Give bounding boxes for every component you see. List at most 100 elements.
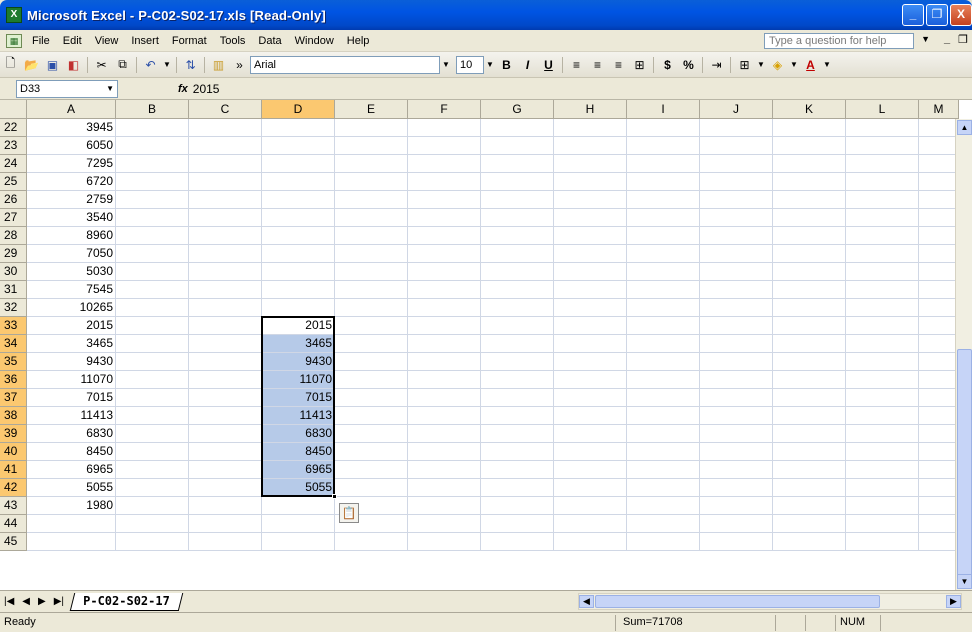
undo-icon[interactable]: ↶ [140,55,161,75]
cell-h38[interactable] [554,407,627,425]
row-header[interactable]: 22 [0,119,27,137]
cell-j32[interactable] [700,299,773,317]
cell-g45[interactable] [481,533,554,551]
cell-a31[interactable]: 7545 [27,281,116,299]
cell-b24[interactable] [116,155,189,173]
cell-b43[interactable] [116,497,189,515]
cell-f45[interactable] [408,533,481,551]
cell-c41[interactable] [189,461,262,479]
cell-l25[interactable] [846,173,919,191]
cell-j34[interactable] [700,335,773,353]
cell-k34[interactable] [773,335,846,353]
cell-j24[interactable] [700,155,773,173]
indent-icon[interactable]: ⇥ [706,55,727,75]
cell-f33[interactable] [408,317,481,335]
cell-j33[interactable] [700,317,773,335]
menu-file[interactable]: File [28,35,59,47]
row-header[interactable]: 27 [0,209,27,227]
cell-l31[interactable] [846,281,919,299]
cell-d26[interactable] [262,191,335,209]
cell-f34[interactable] [408,335,481,353]
cell-b37[interactable] [116,389,189,407]
menu-help[interactable]: Help [343,35,379,47]
cell-i44[interactable] [627,515,700,533]
cell-k40[interactable] [773,443,846,461]
cell-a43[interactable]: 1980 [27,497,116,515]
cell-g26[interactable] [481,191,554,209]
cell-c26[interactable] [189,191,262,209]
cell-k26[interactable] [773,191,846,209]
cell-h33[interactable] [554,317,627,335]
cell-k29[interactable] [773,245,846,263]
cell-c39[interactable] [189,425,262,443]
cell-c38[interactable] [189,407,262,425]
cell-e37[interactable] [335,389,408,407]
cell-m34[interactable] [919,335,959,353]
cell-b26[interactable] [116,191,189,209]
cell-j25[interactable] [700,173,773,191]
cell-a28[interactable]: 8960 [27,227,116,245]
cell-k36[interactable] [773,371,846,389]
row-header[interactable]: 26 [0,191,27,209]
cell-a41[interactable]: 6965 [27,461,116,479]
cell-i45[interactable] [627,533,700,551]
cell-m37[interactable] [919,389,959,407]
cell-b41[interactable] [116,461,189,479]
cell-l32[interactable] [846,299,919,317]
cell-a39[interactable]: 6830 [27,425,116,443]
cell-b33[interactable] [116,317,189,335]
row-header[interactable]: 28 [0,227,27,245]
cell-c23[interactable] [189,137,262,155]
cell-k35[interactable] [773,353,846,371]
minimize-button[interactable]: _ [902,4,924,26]
cell-i42[interactable] [627,479,700,497]
save-icon[interactable]: ▣ [42,55,63,75]
restore-button[interactable]: ❐ [926,4,948,26]
cell-b28[interactable] [116,227,189,245]
cell-j41[interactable] [700,461,773,479]
cell-b36[interactable] [116,371,189,389]
menu-view[interactable]: View [91,35,128,47]
cell-b34[interactable] [116,335,189,353]
cell-k23[interactable] [773,137,846,155]
cell-d24[interactable] [262,155,335,173]
cell-b32[interactable] [116,299,189,317]
cell-a22[interactable]: 3945 [27,119,116,137]
cell-d44[interactable] [262,515,335,533]
cell-e25[interactable] [335,173,408,191]
cell-l24[interactable] [846,155,919,173]
cell-k24[interactable] [773,155,846,173]
cell-m36[interactable] [919,371,959,389]
borders-icon[interactable]: ⊞ [734,55,755,75]
cell-i43[interactable] [627,497,700,515]
column-header-h[interactable]: H [554,100,627,119]
cell-k37[interactable] [773,389,846,407]
cell-d32[interactable] [262,299,335,317]
cell-k25[interactable] [773,173,846,191]
column-header-a[interactable]: A [27,100,116,119]
cell-c31[interactable] [189,281,262,299]
cell-f40[interactable] [408,443,481,461]
name-box-dropdown-icon[interactable]: ▼ [106,81,114,97]
borders-dropdown-icon[interactable]: ▼ [755,60,767,69]
cell-c30[interactable] [189,263,262,281]
cell-a37[interactable]: 7015 [27,389,116,407]
row-header[interactable]: 43 [0,497,27,515]
cell-d30[interactable] [262,263,335,281]
merge-center-icon[interactable]: ⊞ [629,55,650,75]
cell-g34[interactable] [481,335,554,353]
cell-j27[interactable] [700,209,773,227]
align-right-icon[interactable]: ≡ [608,55,629,75]
cell-k33[interactable] [773,317,846,335]
cell-l45[interactable] [846,533,919,551]
cell-h37[interactable] [554,389,627,407]
row-header[interactable]: 33 [0,317,27,335]
row-header[interactable]: 25 [0,173,27,191]
cell-i27[interactable] [627,209,700,227]
cut-icon[interactable]: ✂ [91,55,112,75]
cell-a30[interactable]: 5030 [27,263,116,281]
cell-m41[interactable] [919,461,959,479]
cell-k28[interactable] [773,227,846,245]
cell-e41[interactable] [335,461,408,479]
cell-d23[interactable] [262,137,335,155]
